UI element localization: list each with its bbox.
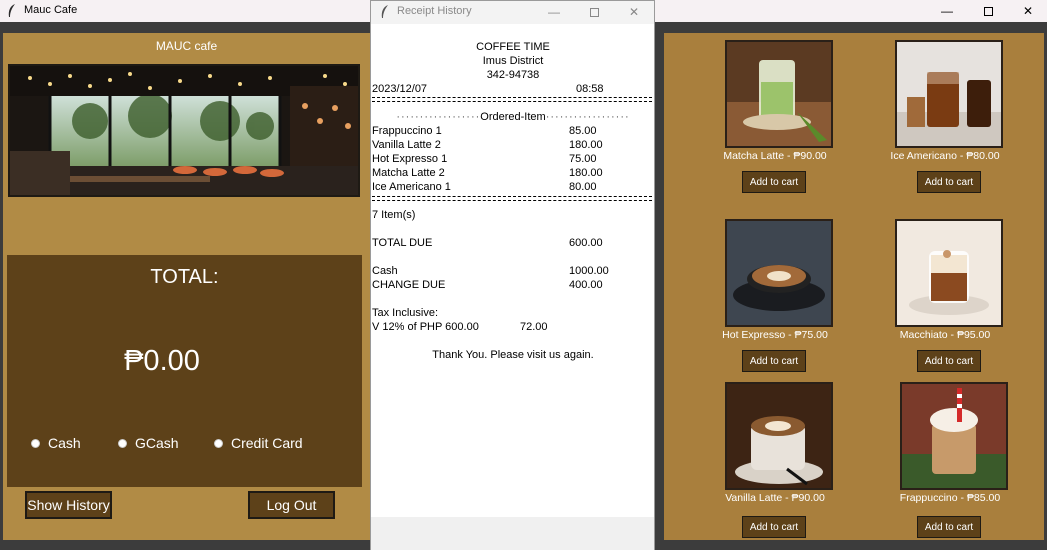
receipt-item-name: Hot Expresso 1	[372, 153, 448, 165]
left-panel: MAUC cafe TOTAL: ₱0.00 Cash GCash Credit…	[3, 33, 370, 540]
receipt-footer	[371, 517, 654, 550]
receipt-time: 08:58	[576, 83, 604, 95]
close-icon: ✕	[1022, 4, 1034, 18]
product-label: Vanilla Latte - ₱90.00	[725, 492, 825, 504]
total-label: TOTAL:	[150, 266, 219, 288]
maximize-icon	[983, 6, 993, 16]
receipt-item-price: 75.00	[569, 153, 597, 165]
add-to-cart-button[interactable]: Add to cart	[742, 350, 806, 372]
minimize-icon: —	[548, 5, 560, 19]
payment-gcash-label: GCash	[135, 435, 179, 451]
macchiato-photo[interactable]	[895, 219, 1003, 327]
add-to-cart-button[interactable]: Add to cart	[917, 171, 981, 193]
payment-credit-card-radio[interactable]: Credit Card	[214, 435, 303, 451]
product-panel: Matcha Latte - ₱90.00 Add to cart Ice Am…	[664, 33, 1044, 540]
thank-you-message: Thank You. Please visit us again.	[432, 349, 594, 361]
receipt-item-price: 80.00	[569, 181, 597, 193]
receipt-item-count: 7 Item(s)	[372, 209, 416, 221]
receipt-titlebar: Receipt History — ✕	[371, 1, 654, 24]
product-label: Hot Expresso - ₱75.00	[722, 329, 828, 341]
receipt-text-area[interactable]: COFFEE TIME Imus District 342-94738 2023…	[372, 24, 654, 517]
receipt-date: 2023/12/07	[372, 83, 428, 95]
divider	[372, 196, 652, 201]
receipt-item-name: Matcha Latte 2	[372, 167, 445, 179]
vanilla-latte-photo[interactable]	[725, 382, 833, 490]
product-label: Macchiato - ₱95.00	[899, 329, 991, 341]
receipt-history-window: Receipt History — ✕ COFFEE TIME Imus Dis…	[370, 0, 655, 550]
receipt-phone: 342-94738	[486, 69, 540, 81]
total-box: TOTAL: ₱0.00 Cash GCash Credit Card	[7, 255, 362, 487]
ordered-item-label: Ordered-Item	[480, 111, 546, 123]
minimize-icon: —	[941, 4, 953, 18]
receipt-item-name: Frappuccino 1	[372, 125, 442, 137]
feather-icon	[381, 5, 388, 18]
radio-icon	[31, 438, 40, 448]
ordered-item-header: ··················Ordered-Item··········…	[396, 111, 630, 123]
cash-value: 1000.00	[569, 265, 609, 277]
cafe-interior-image	[8, 64, 360, 197]
vat-value: 72.00	[520, 321, 548, 333]
ice-americano-photo[interactable]	[895, 40, 1003, 148]
add-to-cart-button[interactable]: Add to cart	[917, 516, 981, 538]
change-due-label: CHANGE DUE	[372, 279, 446, 291]
logout-button[interactable]: Log Out	[248, 491, 335, 519]
show-history-button[interactable]: Show History	[25, 491, 112, 519]
add-to-cart-button[interactable]: Add to cart	[917, 350, 981, 372]
product-label: Frappuccino - ₱85.00	[899, 492, 1001, 504]
add-to-cart-button[interactable]: Add to cart	[742, 171, 806, 193]
hot-expresso-photo[interactable]	[725, 219, 833, 327]
window-title: Mauc Cafe	[24, 4, 78, 16]
receipt-close-button[interactable]: ✕	[614, 1, 654, 23]
vat-line: V 12% of PHP 600.00	[372, 321, 479, 333]
cafe-name: MAUC cafe	[155, 39, 218, 53]
radio-icon	[118, 438, 127, 448]
tax-label: Tax Inclusive:	[372, 307, 439, 319]
receipt-district: Imus District	[482, 55, 544, 67]
close-icon: ✕	[628, 5, 640, 19]
minimize-button[interactable]: —	[927, 0, 967, 22]
total-due-label: TOTAL DUE	[372, 237, 433, 249]
add-to-cart-button[interactable]: Add to cart	[742, 516, 806, 538]
divider	[372, 97, 652, 102]
total-value: ₱0.00	[124, 345, 200, 377]
receipt-item-price: 180.00	[569, 139, 603, 151]
feather-icon	[8, 4, 15, 17]
maximize-button[interactable]	[968, 0, 1008, 22]
receipt-store: COFFEE TIME	[476, 41, 550, 53]
receipt-item-price: 85.00	[569, 125, 597, 137]
receipt-item-price: 180.00	[569, 167, 603, 179]
receipt-item-name: Ice Americano 1	[372, 181, 451, 193]
radio-icon	[214, 438, 223, 448]
product-label: Ice Americano - ₱80.00	[890, 150, 1000, 162]
change-due-value: 400.00	[569, 279, 603, 291]
payment-credit-card-label: Credit Card	[231, 435, 303, 451]
matcha-latte-photo[interactable]	[725, 40, 833, 148]
receipt-maximize-button[interactable]	[574, 1, 614, 23]
receipt-minimize-button[interactable]: —	[534, 1, 574, 23]
cash-label: Cash	[372, 265, 398, 277]
total-due-value: 600.00	[569, 237, 603, 249]
payment-cash-label: Cash	[48, 435, 81, 451]
close-button[interactable]: ✕	[1008, 0, 1047, 22]
receipt-item-name: Vanilla Latte 2	[372, 139, 441, 151]
payment-gcash-radio[interactable]: GCash	[118, 435, 179, 451]
maximize-icon	[589, 7, 599, 17]
product-label: Matcha Latte - ₱90.00	[723, 150, 827, 162]
frappuccino-photo[interactable]	[900, 382, 1008, 490]
receipt-window-title: Receipt History	[397, 5, 472, 17]
payment-cash-radio[interactable]: Cash	[31, 435, 81, 451]
